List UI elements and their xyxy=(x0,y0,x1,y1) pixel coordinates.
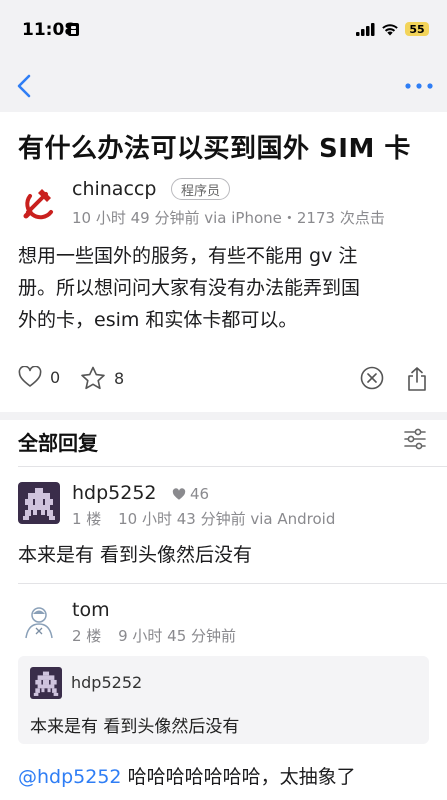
share-icon xyxy=(408,367,426,391)
section-divider xyxy=(0,412,447,420)
heart-icon xyxy=(18,366,42,387)
ignore-button[interactable] xyxy=(360,366,384,390)
filter-button[interactable] xyxy=(403,428,429,452)
post-content-line: 册。所以想问问大家有没有办法能弄到国 xyxy=(18,277,361,299)
quote-avatar xyxy=(30,667,62,699)
like-button[interactable]: 0 xyxy=(18,366,60,388)
quote-text: 本来是有 看到头像然后没有 xyxy=(30,717,240,737)
more-button[interactable] xyxy=(401,68,437,104)
reply-like-count: 46 xyxy=(190,485,210,503)
author-avatar[interactable] xyxy=(18,182,60,224)
author-badge: 程序员 xyxy=(171,178,231,200)
quoted-reply[interactable]: hdp5252 本来是有 看到头像然后没有 xyxy=(18,656,429,744)
post-meta: 10 小时 49 分钟前 via iPhone・2173 次点击 xyxy=(72,209,385,227)
post-content-line: 外的卡，esim 和实体卡都可以。 xyxy=(18,309,298,331)
reply-meta: 1 楼 10 小时 43 分钟前 via Android xyxy=(72,508,335,529)
like-count: 0 xyxy=(50,367,61,387)
wifi-icon xyxy=(382,23,398,35)
quote-author: hdp5252 xyxy=(71,673,143,692)
divider xyxy=(18,466,447,467)
signal-icon xyxy=(356,22,375,36)
reply-time: 10 小时 43 分钟前 via Android xyxy=(118,510,336,528)
star-icon xyxy=(81,366,105,390)
author-name[interactable]: chinaccp xyxy=(72,178,156,200)
reply-floor: 1 楼 xyxy=(72,510,102,528)
space-invader-avatar-icon xyxy=(30,667,62,699)
post-content: 想用一些国外的服务，有些不能用 gv 注 册。所以想问问大家有没有办法能弄到国 … xyxy=(18,240,438,336)
status-bar: 11:08 55 xyxy=(0,0,447,62)
favorite-button[interactable]: 8 xyxy=(80,366,124,391)
reply-avatar[interactable] xyxy=(18,600,60,642)
reply-time: 9 小时 45 分钟前 xyxy=(118,627,237,645)
reply-author[interactable]: hdp5252 xyxy=(72,482,157,504)
mention-link[interactable]: @hdp5252 xyxy=(18,766,122,788)
reply-text-body: 哈哈哈哈哈哈哈，太抽象了 xyxy=(121,766,356,788)
reply-text: @hdp5252 哈哈哈哈哈哈哈，太抽象了 xyxy=(18,762,356,789)
post-title: 有什么办法可以买到国外 SIM 卡 xyxy=(18,134,411,164)
share-button[interactable] xyxy=(406,366,428,392)
reply-text: 本来是有 看到头像然后没有 xyxy=(18,544,253,566)
divider xyxy=(18,583,447,584)
reply-author[interactable]: tom xyxy=(72,599,110,621)
sliders-icon xyxy=(404,428,426,450)
reply-avatar[interactable] xyxy=(18,482,60,524)
back-button[interactable] xyxy=(6,68,42,104)
reply-floor: 2 楼 xyxy=(72,627,102,645)
post-actions: 0 8 xyxy=(18,366,430,396)
nav-bar xyxy=(0,62,447,112)
lock-icon xyxy=(68,23,79,36)
heart-filled-icon xyxy=(172,487,186,500)
post-content-line: 想用一些国外的服务，有些不能用 gv 注 xyxy=(18,245,358,267)
more-dots-icon xyxy=(405,83,433,89)
chevron-left-icon xyxy=(17,74,31,98)
battery-icon: 55 xyxy=(405,22,429,36)
favorite-count: 8 xyxy=(114,369,125,388)
tom-avatar-icon xyxy=(18,600,60,642)
status-icons: 55 xyxy=(356,22,429,36)
hammer-sickle-icon xyxy=(18,182,60,224)
close-circle-icon xyxy=(360,366,384,390)
reply-meta: 2 楼 9 小时 45 分钟前 xyxy=(72,625,236,646)
space-invader-avatar-icon xyxy=(18,482,60,524)
reply-likes: 46 xyxy=(172,485,209,503)
replies-title: 全部回复 xyxy=(18,431,98,455)
